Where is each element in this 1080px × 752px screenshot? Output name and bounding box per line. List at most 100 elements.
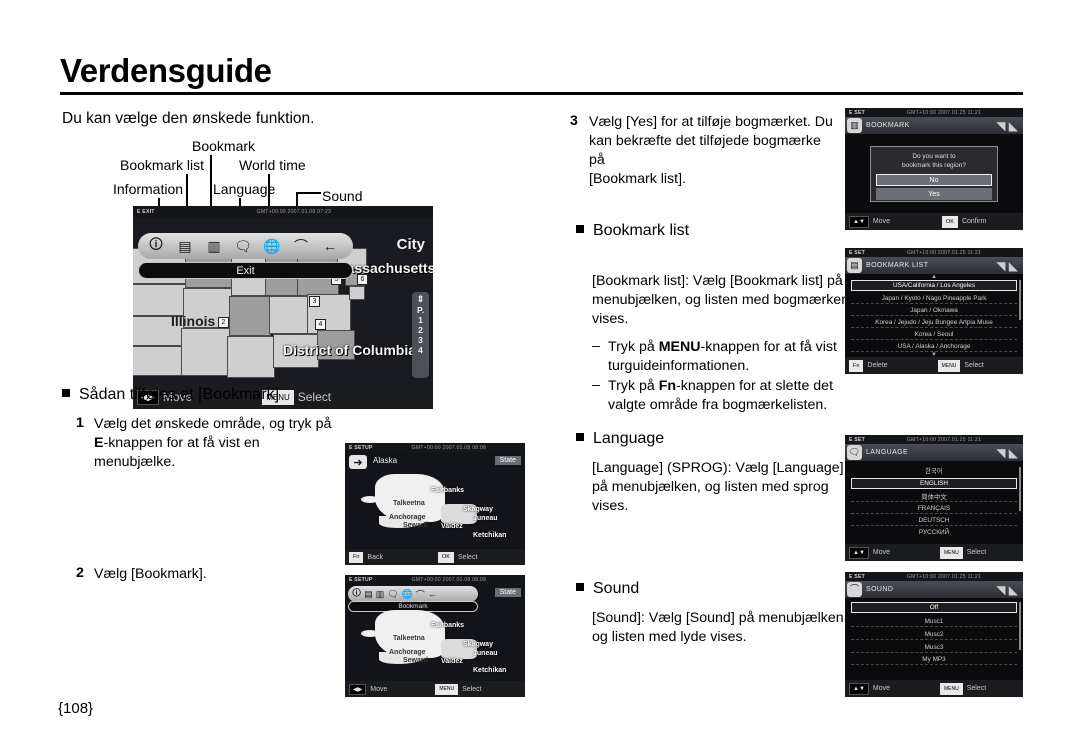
select-label: Select — [964, 362, 984, 369]
scrollbar-thumb[interactable] — [1019, 467, 1021, 511]
right-arrow-icon[interactable]: ➜ — [349, 455, 367, 469]
map-pin[interactable]: 4 — [315, 319, 326, 330]
lang-items-area[interactable]: 한국어 ENGLISH 简体中文 FRANÇAIS DEUTSCH РУССКИ… — [845, 461, 1023, 544]
map-menu-bar[interactable]: 🛈 ▤ ▥ 🗨 🌐 ⌒ ← — [138, 233, 353, 259]
dpad-ud-icon[interactable]: ▲▼ — [849, 546, 869, 559]
scrollbar-thumb[interactable] — [1019, 602, 1021, 650]
sound-icon[interactable]: ⌒ — [416, 588, 425, 601]
sound-item[interactable]: Off — [851, 602, 1017, 613]
fn-key[interactable]: Fn — [349, 551, 364, 563]
page-col-item[interactable]: 4 — [418, 345, 423, 355]
section-language: Language — [576, 430, 664, 448]
language-item[interactable]: FRANÇAIS — [851, 503, 1017, 514]
alaska-bookmark-menu-screen[interactable]: E SETUP GMT+00:00 2007.01.08 08:08 🛈 ▤ ▥… — [345, 575, 525, 697]
info-icon[interactable]: 🛈 — [352, 586, 361, 602]
language-screen[interactable]: E SET GMT+10:00 2007.01.25 11:21 🗨 LANGU… — [845, 435, 1023, 561]
language-item[interactable]: 한국어 — [851, 465, 1017, 476]
bookmark-item[interactable]: USA/California / Los Angeles — [851, 280, 1017, 291]
sound-item[interactable]: Musc3 — [851, 642, 1017, 653]
sound-bottom-bar: ▲▼ Move MENU Select — [845, 680, 1023, 697]
map-pin[interactable]: 2 — [218, 317, 229, 328]
ok-key[interactable]: OK — [437, 551, 454, 563]
language-item[interactable]: 简体中文 — [851, 491, 1017, 502]
city-label: Juneau — [473, 650, 498, 657]
option-yes[interactable]: Yes — [876, 188, 992, 200]
move-label: Move — [872, 218, 891, 225]
dpad-ud-icon[interactable]: ▲▼ — [849, 215, 869, 228]
world-time-icon[interactable]: 🌐 — [402, 589, 413, 600]
alaska1-canvas[interactable]: ➜ Alaska State Fairbanks Talkeetna Skagw… — [345, 452, 525, 549]
menu-key[interactable]: MENU — [435, 683, 459, 695]
bookmark-confirm-screen[interactable]: E SET GMT+10:00 2007.01.25 11:21 ▥ BOOKM… — [845, 108, 1023, 230]
map-canvas[interactable]: Minnesota Pennsylvania Massachusetts Ill… — [133, 218, 433, 385]
section-bookmark-list: Bookmark list — [576, 222, 689, 240]
city-label: Valdez — [441, 523, 463, 530]
back-arrow-icon[interactable]: ← — [428, 589, 437, 599]
city-label: Seward — [403, 657, 428, 664]
bookmark-list-icon[interactable]: ▤ — [173, 236, 197, 256]
bookmark-list-screen[interactable]: E SET GMT+10:00 2007.01.25 11:21 ▤ BOOKM… — [845, 248, 1023, 374]
bookmark-item[interactable]: USA / Alaska / Anchorage — [851, 341, 1017, 352]
page-col-item[interactable]: 2 — [418, 325, 423, 335]
callout-sound: Sound — [322, 188, 363, 204]
world-guide-map-screen[interactable]: E EXIT GMT+00:00 2007.01.08 07:23 Massac… — [133, 206, 433, 409]
bookmark-item[interactable]: Japan / Okinawa — [851, 305, 1017, 316]
language-item[interactable]: ENGLISH — [851, 478, 1017, 489]
page-col-item[interactable]: 3 — [418, 335, 423, 345]
bookmark-item[interactable]: Korea / Jejudo / Jeju Bungee Artpia Muse — [851, 317, 1017, 328]
bookmark-item[interactable]: Japan / Kyoto / Nago Pineapple Park — [851, 293, 1017, 304]
map-pin[interactable]: 6 — [357, 274, 368, 285]
back-arrow-icon[interactable]: ← — [318, 236, 342, 256]
sound-item[interactable]: Musc2 — [851, 629, 1017, 640]
bookmark-add-icon[interactable]: ▥ — [202, 236, 226, 256]
world-time-icon[interactable]: 🌐 — [260, 236, 284, 256]
sound-item[interactable]: My MP3 — [851, 654, 1017, 665]
language-icon[interactable]: 🗨 — [231, 236, 255, 256]
alaska2-menu-bar[interactable]: 🛈 ▤ ▥ 🗨 🌐 ⌒ ← — [348, 586, 478, 602]
bookmark-add-icon[interactable]: ▥ — [376, 589, 385, 600]
language-item[interactable]: DEUTSCH — [851, 515, 1017, 526]
bmlist-bottom-bar: Fn Delete MENU Select — [845, 357, 1023, 374]
page-col-item[interactable]: 1 — [418, 315, 423, 325]
scroll-updown-icon[interactable]: ⇕ — [417, 294, 425, 305]
bookmark-item[interactable]: Korea / Seoul — [851, 329, 1017, 340]
fn-key[interactable]: Fn — [849, 359, 864, 372]
alaska-state-screen[interactable]: E SETUP GMT+00:00 2007.01.08 08:08 ➜ Ala… — [345, 443, 525, 565]
sound-icon[interactable]: ⌒ — [289, 236, 313, 256]
back-label: Back — [367, 553, 383, 561]
map-pin[interactable]: 3 — [309, 296, 320, 307]
dpad-lr-icon[interactable]: ◀▶ — [349, 683, 367, 695]
page-scroll-indicator[interactable]: ⇕ P. 1 2 3 4 — [412, 292, 429, 378]
dpad-ud-icon[interactable]: ▲▼ — [849, 682, 869, 695]
alaska2-canvas[interactable]: 🛈 ▤ ▥ 🗨 🌐 ⌒ ← Bookmark State Fairbanks T… — [345, 584, 525, 681]
sound-header-title: SOUND — [866, 586, 894, 593]
ok-key[interactable]: OK — [942, 215, 958, 228]
scrollbar-thumb[interactable] — [1019, 280, 1021, 320]
alaska2-status-bar: E SETUP GMT+00:00 2007.01.08 08:08 — [345, 575, 525, 584]
language-icon[interactable]: 🗨 — [387, 589, 398, 600]
bookmark-list-bullet-2: Tryk på Fn-knappen for at slette det val… — [608, 377, 858, 415]
map-status-left: E EXIT — [137, 209, 155, 215]
state-tag: State — [494, 588, 521, 597]
menu-key[interactable]: MENU — [940, 546, 963, 559]
sound-item[interactable]: Musc1 — [851, 616, 1017, 627]
state-label: Illinois — [171, 313, 216, 329]
menu-key[interactable]: MENU — [937, 359, 961, 372]
bookmark-status-left: E SET — [849, 109, 865, 116]
alaska2-bottom-bar: ◀▶ Move MENU Select — [345, 681, 525, 697]
move-label: Move — [872, 685, 891, 692]
city-label: Valdez — [441, 658, 463, 665]
page-title: Verdensguide — [60, 52, 272, 89]
bookmark-status-bar: E SET GMT+10:00 2007.01.25 11:21 — [845, 108, 1023, 117]
bmlist-items-area[interactable]: ▲ USA/California / Los Angeles Japan / K… — [845, 274, 1023, 358]
select-label: Select — [462, 685, 482, 693]
manual-page: Verdensguide Du kan vælge den ønskede fu… — [0, 0, 1080, 752]
language-item[interactable]: РУССКИЙ — [851, 527, 1017, 538]
sound-items-area[interactable]: Off Musc1 Musc2 Musc3 My MP3 — [845, 598, 1023, 680]
option-no[interactable]: No — [876, 174, 992, 186]
bookmark-list-icon[interactable]: ▤ — [364, 589, 373, 600]
sound-screen[interactable]: E SET GMT+10:00 2007.01.25 11:21 ⌒ SOUND… — [845, 572, 1023, 697]
state-label: District of Columbia — [283, 342, 417, 358]
info-icon[interactable]: 🛈 — [144, 236, 168, 256]
menu-key[interactable]: MENU — [940, 682, 963, 695]
